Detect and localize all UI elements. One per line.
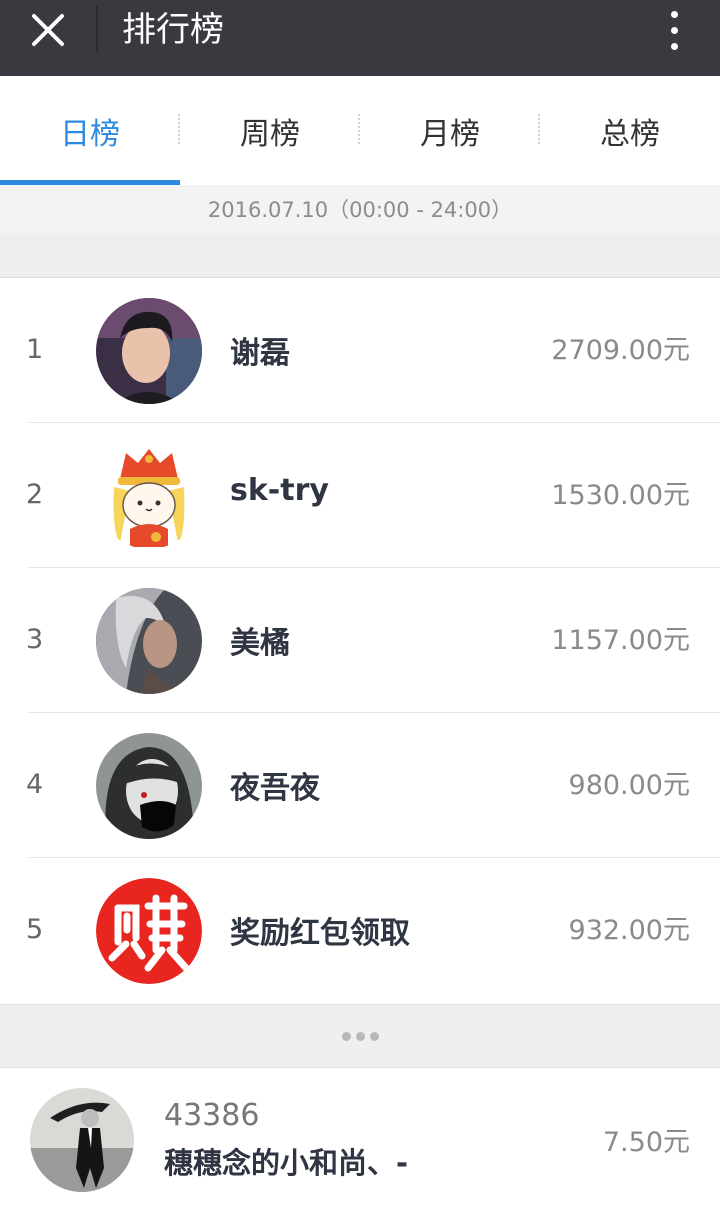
tab-daily[interactable]: 日榜 xyxy=(0,76,180,186)
ranking-row[interactable]: 2 sk-try 1530.00元 xyxy=(0,423,720,568)
user-photo-icon xyxy=(30,1088,134,1192)
user-name: sk-try xyxy=(230,473,329,508)
avatar[interactable] xyxy=(96,443,202,549)
tab-label: 周榜 xyxy=(240,117,300,152)
user-photo-icon xyxy=(96,298,202,404)
amount: 1157.00元 xyxy=(551,625,690,656)
more-options-button[interactable] xyxy=(662,8,686,52)
avatar[interactable] xyxy=(96,878,202,984)
user-photo-icon xyxy=(96,733,202,839)
header-divider xyxy=(96,6,98,52)
user-name: 谢磊 xyxy=(230,336,290,371)
user-name: 夜吾夜 xyxy=(230,771,320,806)
ranking-row[interactable]: 5 奖励红包领取 932.00元 xyxy=(0,858,720,1003)
tab-weekly[interactable]: 周榜 xyxy=(180,76,360,186)
top-bar: 排行榜 xyxy=(0,0,720,76)
close-icon xyxy=(32,14,64,46)
amount: 980.00元 xyxy=(568,770,690,801)
earn-badge-icon xyxy=(96,878,202,984)
rank-number: 5 xyxy=(26,914,44,945)
more-ranks-indicator xyxy=(0,1004,720,1068)
amount: 1530.00元 xyxy=(551,480,690,511)
ranking-row[interactable]: 4 夜吾夜 980.00元 xyxy=(0,713,720,858)
ranking-tabs: 日榜 周榜 月榜 总榜 xyxy=(0,76,720,186)
ranking-row[interactable]: 1 谢磊 2709.00元 xyxy=(0,278,720,423)
my-rank-number: 43386 xyxy=(164,1098,260,1133)
ranking-list: 1 谢磊 2709.00元 2 sk-try 1530.00元 3 美橘 115… xyxy=(0,278,720,1004)
close-button[interactable] xyxy=(18,8,78,52)
rank-number: 3 xyxy=(26,624,44,655)
user-name: 奖励红包领取 xyxy=(230,916,410,951)
tab-label: 月榜 xyxy=(420,117,480,152)
my-user-name: 穗穗念的小和尚、- xyxy=(164,1146,409,1180)
rank-number: 2 xyxy=(26,479,44,510)
more-vertical-icon xyxy=(670,10,678,18)
cartoon-monk-icon xyxy=(96,443,202,549)
amount: 2709.00元 xyxy=(551,335,690,366)
my-amount: 7.50元 xyxy=(602,1127,690,1158)
ellipsis-icon xyxy=(341,1031,351,1041)
user-name: 美橘 xyxy=(230,626,290,661)
tab-label: 日榜 xyxy=(60,117,120,152)
avatar[interactable] xyxy=(30,1088,134,1192)
user-photo-icon xyxy=(96,588,202,694)
section-spacer xyxy=(0,233,720,278)
rank-number: 1 xyxy=(26,334,44,365)
tab-total[interactable]: 总榜 xyxy=(540,76,720,186)
page-title: 排行榜 xyxy=(122,10,224,50)
date-range: 2016.07.10（00:00 - 24:00） xyxy=(0,185,720,233)
my-rank-row[interactable]: 43386 穗穗念的小和尚、- 7.50元 xyxy=(0,1068,720,1210)
tab-monthly[interactable]: 月榜 xyxy=(360,76,540,186)
avatar[interactable] xyxy=(96,298,202,404)
amount: 932.00元 xyxy=(568,915,690,946)
ranking-row[interactable]: 3 美橘 1157.00元 xyxy=(0,568,720,713)
tab-label: 总榜 xyxy=(600,117,660,152)
avatar[interactable] xyxy=(96,733,202,839)
rank-number: 4 xyxy=(26,769,44,800)
avatar[interactable] xyxy=(96,588,202,694)
